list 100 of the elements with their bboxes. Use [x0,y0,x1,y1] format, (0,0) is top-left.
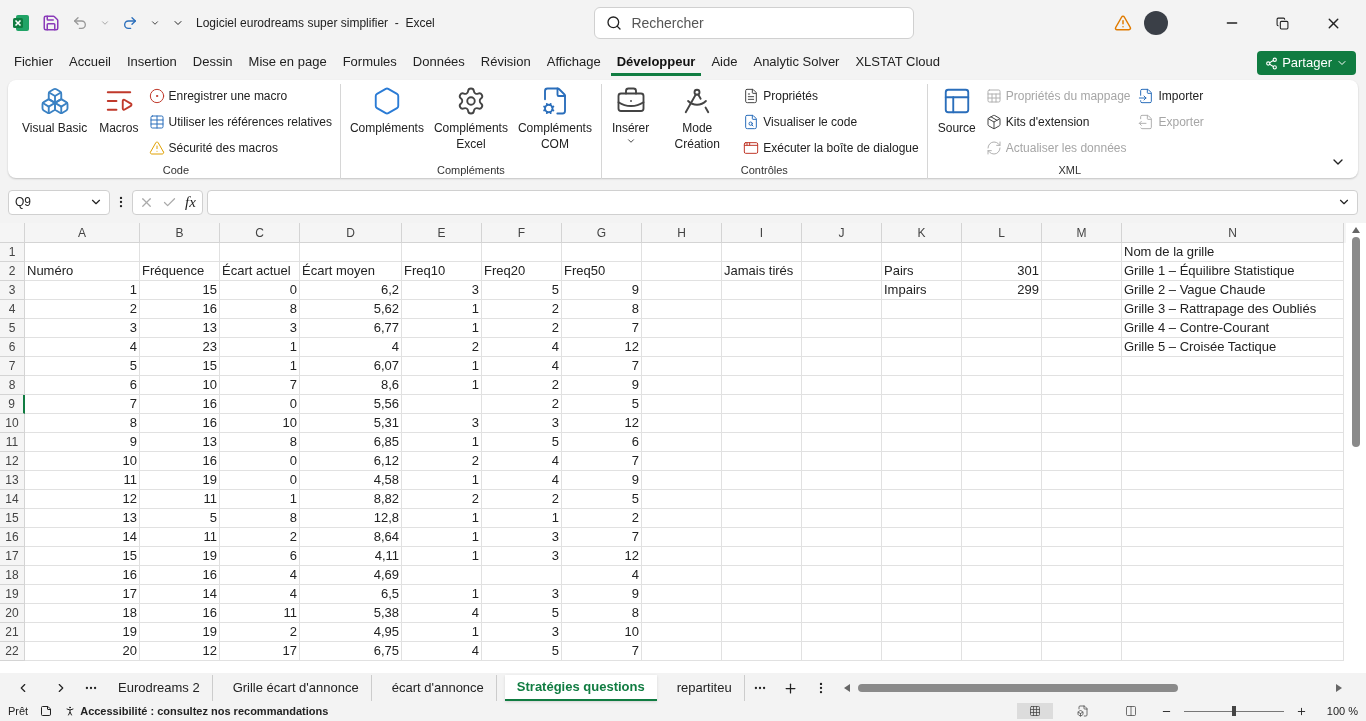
row-header[interactable]: 3 [0,281,25,300]
column-header[interactable]: M [1042,223,1122,243]
table-cell: 5 [482,604,562,623]
column-header[interactable]: G [562,223,642,243]
column-header[interactable]: C [220,223,300,243]
menu-tab[interactable]: Mise en page [242,50,333,76]
insert-function-button[interactable]: fx [185,190,196,214]
ribbon-button[interactable]: Utiliser les références relatives [146,112,334,132]
note-icon[interactable] [40,705,53,717]
table-cell: 17 [220,642,300,661]
table-cell: 4 [562,566,642,585]
ribbon-button[interactable]: Compléments Excel [430,84,511,152]
sheet-tab[interactable]: Stratégies questions [504,675,657,701]
accessibility-link[interactable]: Accessibilité : consultez nos recommandations [80,702,329,720]
menu-tab[interactable]: XLSTAT Cloud [849,50,946,76]
add-sheet-icon[interactable] [782,680,798,696]
restore-icon[interactable] [1276,16,1289,30]
ribbon-button[interactable]: Importer [1136,86,1206,106]
column-header[interactable]: J [802,223,882,243]
column-header[interactable]: A [25,223,140,243]
ribbon-button[interactable]: Visual Basic [18,84,92,136]
ribbon-button[interactable]: Kits d'extension [983,112,1133,132]
refresh-icon [985,140,1002,156]
menu-tab[interactable]: Développeur [610,50,702,76]
ribbon-button[interactable]: Propriétés [741,86,921,106]
menu-tab[interactable]: Révision [474,50,537,76]
row-header[interactable]: 2 [0,262,25,281]
table-cell: 4 [300,338,402,357]
row-header[interactable]: 22 [0,642,25,661]
table-cell: 3 [220,319,300,338]
column-header[interactable]: K [882,223,962,243]
table-icon [148,114,165,130]
avatar[interactable] [1144,11,1168,35]
row-header[interactable]: 17 [0,547,25,566]
row-header[interactable]: 11 [0,433,25,452]
zoom-slider[interactable] [1183,705,1284,717]
ribbon-button[interactable]: Exécuter la boîte de dialogue [741,138,921,158]
table-cell: 2 [482,319,562,338]
share-button[interactable]: Partager [1257,51,1356,75]
row-header[interactable]: 18 [0,566,25,585]
row-header[interactable]: 1 [0,243,25,262]
formula-field[interactable] [206,189,1358,215]
slider-thumb[interactable] [1231,706,1236,716]
row-header[interactable]: 6 [0,338,25,357]
column-header[interactable]: H [642,223,722,243]
row-header[interactable]: 12 [0,452,25,471]
warning-icon[interactable] [1114,14,1132,32]
sheet-tab[interactable]: écart d'annonce [379,675,497,701]
menu-tab[interactable]: Données [406,50,471,76]
menu-tab[interactable]: Dessin [186,50,239,76]
menu-tab[interactable]: Affichage [540,50,607,76]
sheet-tab[interactable]: Grille écart d'annonce [220,675,372,701]
save-icon[interactable] [42,14,60,32]
ribbon-button[interactable]: Insérer [607,84,654,146]
row-header[interactable]: 20 [0,604,25,623]
table-cell: Freq10 [402,262,482,281]
table-cell: 10 [562,623,642,642]
row-header[interactable]: 14 [0,490,25,509]
ribbon-button[interactable]: Visualiser le code [741,112,921,132]
menu-tab[interactable]: Formules [336,50,403,76]
sheet-tab[interactable]: repartiteu [664,675,745,701]
menu-tab[interactable]: Accueil [63,50,117,76]
ribbon-button[interactable]: Compléments COM [514,84,595,152]
row-header[interactable]: 9 [0,395,25,414]
horizontal-scrollbar[interactable] [843,684,1342,692]
row-header[interactable]: 16 [0,528,25,547]
column-header[interactable]: D [300,223,402,243]
ribbon-button[interactable]: Mode Création [657,84,738,152]
column-header[interactable]: I [722,223,802,243]
ribbon-button[interactable]: Enregistrer une macro [146,86,334,106]
row-header[interactable]: 8 [0,376,25,395]
ribbon-button[interactable]: Source [933,84,980,136]
row-header[interactable]: 7 [0,357,25,376]
row-header[interactable]: 10 [0,414,25,433]
row-header[interactable]: 19 [0,585,25,604]
column-header[interactable]: L [962,223,1042,243]
row-header[interactable]: 21 [0,623,25,642]
menu-tab[interactable]: Insertion [120,50,183,76]
search-field[interactable]: Rechercher [594,7,915,39]
column-header[interactable]: F [482,223,562,243]
redo-icon[interactable] [122,15,138,31]
table-cell: 1 [402,547,482,566]
ribbon-button[interactable]: Compléments [346,84,427,136]
caret-icon[interactable] [150,18,160,28]
row-header[interactable]: 5 [0,319,25,338]
row-header[interactable]: 4 [0,300,25,319]
column-header[interactable]: N [1122,223,1344,243]
row-header[interactable]: 15 [0,509,25,528]
sheet-tab[interactable]: Eurodreams 2 [106,675,213,701]
row-header[interactable]: 13 [0,471,25,490]
menu-tab[interactable]: Fichier [8,50,59,76]
ribbon-button[interactable]: Sécurité des macros [146,138,334,158]
column-header[interactable]: B [140,223,220,243]
menu-tab[interactable]: Analytic Solver [747,50,846,76]
view-button[interactable] [1016,703,1053,719]
zoom-in-icon[interactable] [1295,705,1307,717]
ribbon-button[interactable]: Macros [95,84,143,136]
menu-tab[interactable]: Aide [705,50,744,76]
column-header[interactable]: E [402,223,482,243]
name-box[interactable]: Q9 [8,189,110,215]
